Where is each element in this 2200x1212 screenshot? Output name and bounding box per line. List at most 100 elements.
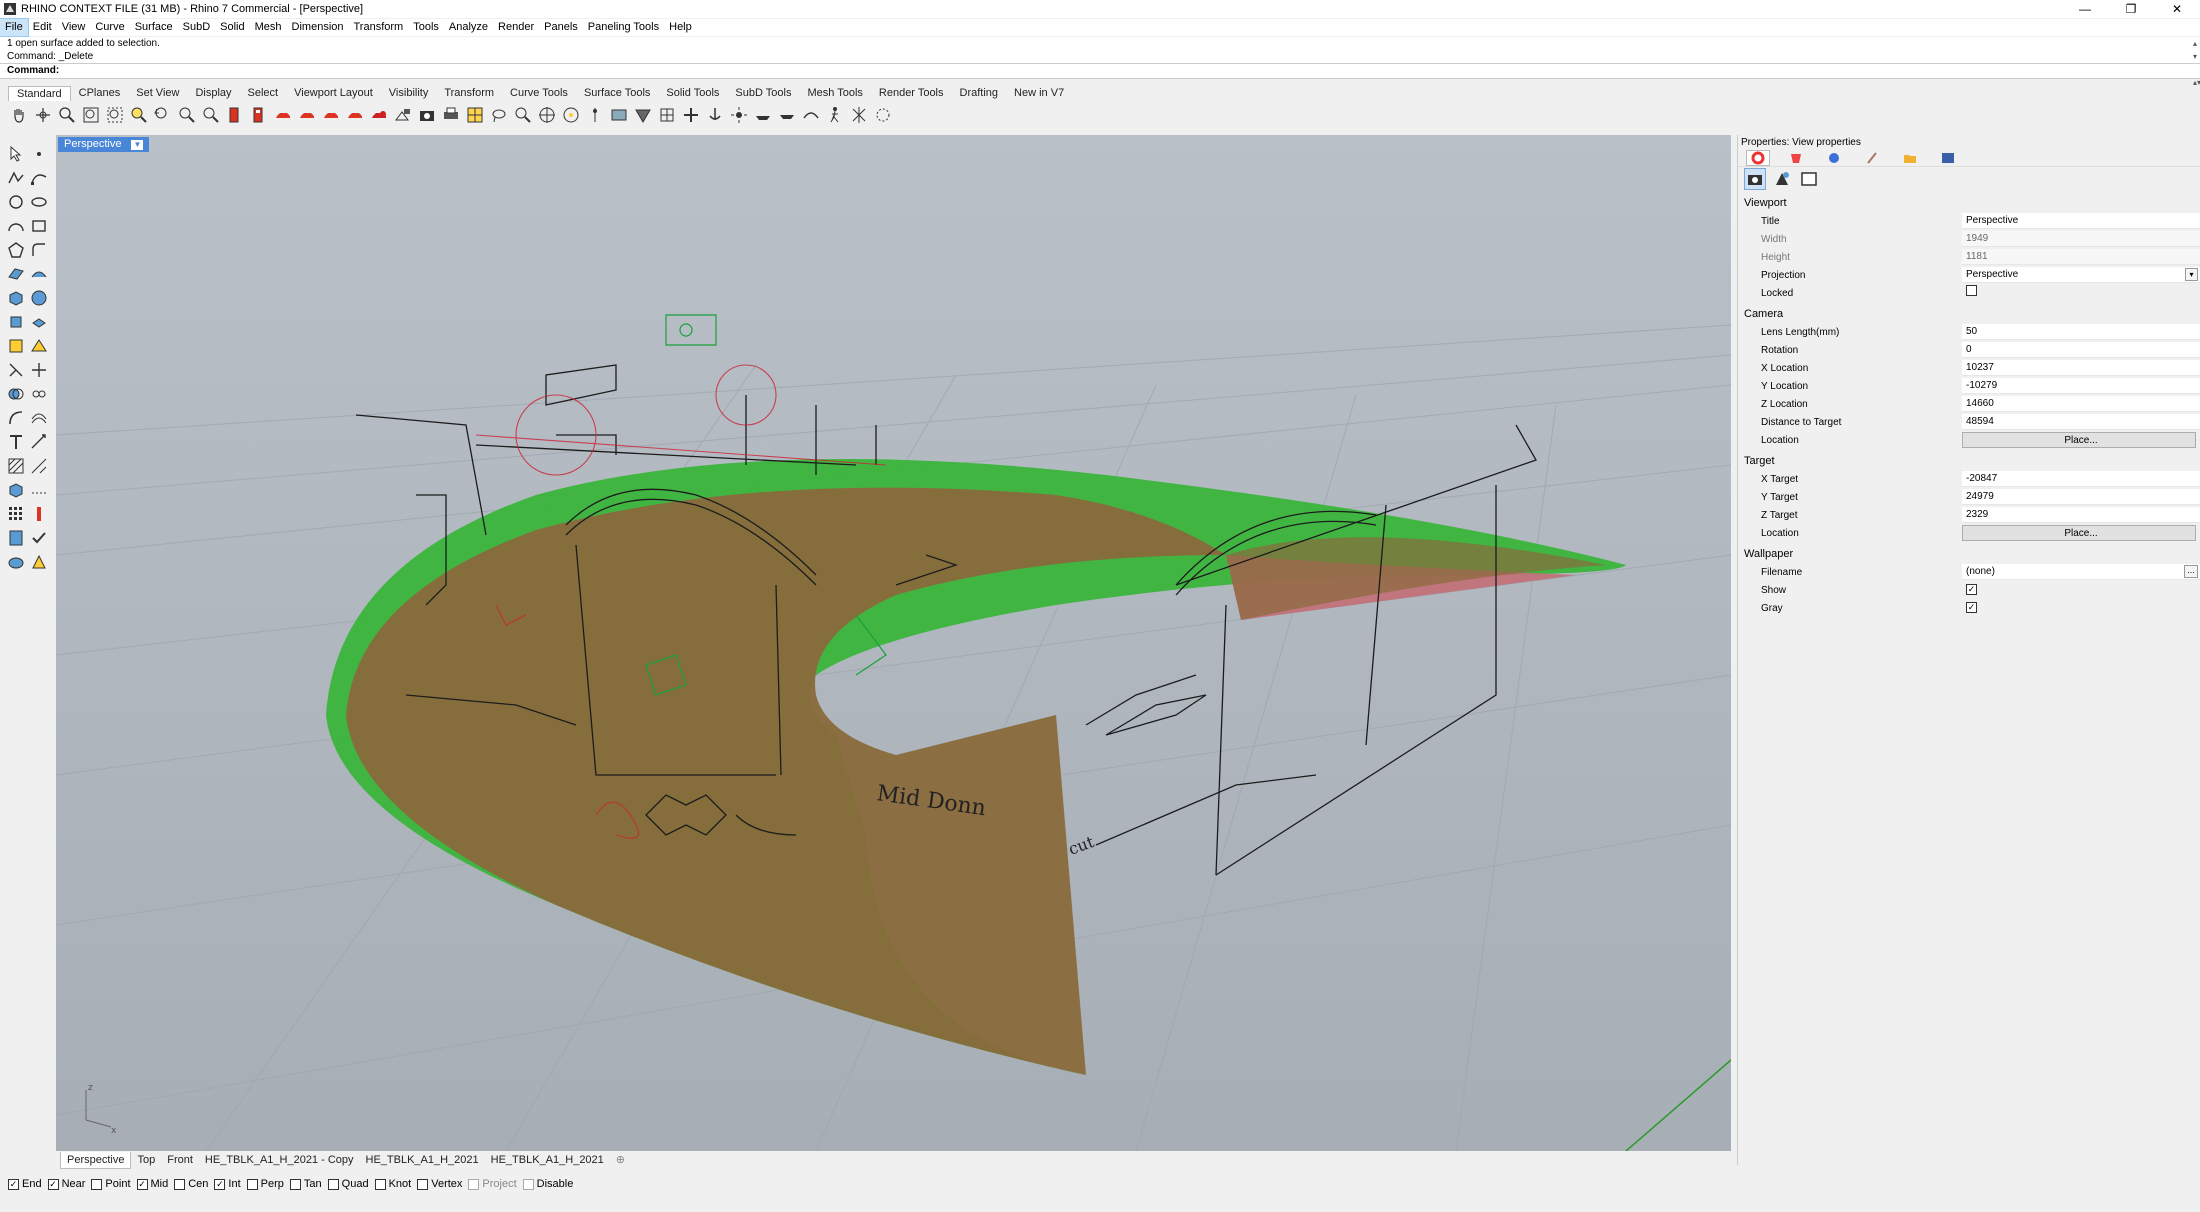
shade-icon[interactable] [632, 104, 654, 126]
boat-icon[interactable] [752, 104, 774, 126]
vptab-layout-1[interactable]: HE_TBLK_A1_H_2021 [360, 1152, 485, 1168]
tab-visibility[interactable]: Visibility [381, 86, 437, 101]
osnap-disable-checkbox[interactable] [522, 1178, 534, 1190]
fillet-icon[interactable] [4, 406, 27, 429]
arc-icon[interactable] [4, 214, 27, 237]
zoom-window-icon[interactable] [104, 104, 126, 126]
camera-icon[interactable] [416, 104, 438, 126]
osnap-quad-checkbox[interactable] [327, 1178, 339, 1190]
trim-icon[interactable] [4, 358, 27, 381]
tab-solid-tools[interactable]: Solid Tools [658, 86, 727, 101]
osnap-project[interactable]: Project [468, 1178, 517, 1190]
image-icon[interactable] [608, 104, 630, 126]
hatch-icon[interactable] [4, 454, 27, 477]
zoom-tool-icon[interactable] [512, 104, 534, 126]
zoom-out-icon[interactable] [200, 104, 222, 126]
osnap-near-checkbox[interactable]: ✓ [47, 1178, 59, 1190]
tab-folder-icon[interactable] [1898, 150, 1922, 166]
point-tool-icon[interactable] [27, 142, 50, 165]
text-icon[interactable] [4, 430, 27, 453]
rotation-field[interactable]: 0 [1962, 342, 2200, 358]
fillet-curve-icon[interactable] [27, 238, 50, 261]
title-field[interactable]: Perspective [1962, 213, 2200, 229]
filename-field[interactable]: (none)... [1962, 564, 2200, 580]
osnap-point[interactable]: Point [91, 1178, 131, 1190]
menu-panels[interactable]: Panels [539, 19, 583, 36]
add-viewport-tab-icon[interactable]: ⊕ [610, 1152, 631, 1168]
menu-transform[interactable]: Transform [349, 19, 409, 36]
tab-transform[interactable]: Transform [436, 86, 502, 101]
undo-view-icon[interactable] [152, 104, 174, 126]
arrow-curve-icon[interactable] [800, 104, 822, 126]
zoom-selected-icon[interactable] [128, 104, 150, 126]
osnap-tan-checkbox[interactable] [289, 1178, 301, 1190]
tab-environment-icon[interactable] [1822, 150, 1846, 166]
vptab-perspective[interactable]: Perspective [60, 1151, 132, 1169]
menu-dimension[interactable]: Dimension [287, 19, 349, 36]
menu-paneling-tools[interactable]: Paneling Tools [583, 19, 664, 36]
gray-checkbox[interactable]: ✓ [1966, 602, 1977, 613]
perspective-viewport[interactable]: Mid Donn cut z x Perspective ▼ [56, 135, 1731, 1151]
tab-render-tools[interactable]: Render Tools [871, 86, 952, 101]
osnap-knot[interactable]: Knot [374, 1178, 411, 1190]
viewport-title-tab[interactable]: Perspective ▼ [58, 137, 150, 152]
locked-checkbox[interactable] [1966, 285, 1977, 296]
subd-icon[interactable] [27, 334, 50, 357]
menu-mesh[interactable]: Mesh [250, 19, 287, 36]
solid-tools-icon[interactable] [4, 478, 27, 501]
rectangle-icon[interactable] [27, 214, 50, 237]
menu-subd[interactable]: SubD [178, 19, 216, 36]
menu-surface[interactable]: Surface [130, 19, 178, 36]
restore-button[interactable]: ❐ [2108, 0, 2154, 18]
osnap-perp[interactable]: Perp [246, 1178, 284, 1190]
offset-icon[interactable] [27, 406, 50, 429]
osnap-icon[interactable] [536, 104, 558, 126]
polyline-icon[interactable] [4, 166, 27, 189]
anchor-icon[interactable] [704, 104, 726, 126]
grid-array-icon[interactable] [4, 502, 27, 525]
dash-line-icon[interactable] [27, 478, 50, 501]
sphere-icon[interactable] [27, 286, 50, 309]
car-red-icon-3[interactable] [320, 104, 342, 126]
osnap-knot-checkbox[interactable] [374, 1178, 386, 1190]
viewport-menu-arrow-icon[interactable]: ▼ [131, 139, 144, 150]
osnap-perp-checkbox[interactable] [246, 1178, 258, 1190]
menu-file[interactable]: File [0, 18, 29, 37]
osnap-point-checkbox[interactable] [91, 1178, 103, 1190]
car-red-icon[interactable] [272, 104, 294, 126]
join-icon[interactable] [27, 382, 50, 405]
browse-button[interactable]: ... [2184, 565, 2198, 578]
x-location-field[interactable]: 10237 [1962, 360, 2200, 376]
sun-icon[interactable] [728, 104, 750, 126]
menu-tools[interactable]: Tools [408, 19, 444, 36]
check-icon[interactable] [27, 526, 50, 549]
osnap-project-checkbox[interactable] [468, 1178, 480, 1190]
tab-mesh-tools[interactable]: Mesh Tools [799, 86, 870, 101]
tab-image-icon[interactable] [1936, 150, 1960, 166]
printer-icon[interactable] [440, 104, 462, 126]
document-icon[interactable] [4, 526, 27, 549]
extrude-icon[interactable] [27, 310, 50, 333]
curve-cv-icon[interactable] [27, 166, 50, 189]
menu-analyze[interactable]: Analyze [444, 19, 493, 36]
walk-icon[interactable] [824, 104, 846, 126]
loft-icon[interactable] [27, 262, 50, 285]
zoom-dynamic-icon[interactable] [56, 104, 78, 126]
polygon-icon[interactable] [4, 238, 27, 261]
car-red-icon-2[interactable] [296, 104, 318, 126]
osnap-end[interactable]: ✓ End [8, 1178, 42, 1190]
osnap-disable[interactable]: Disable [522, 1178, 573, 1190]
command-scrollbar[interactable]: ▴ ▾ ▴▾ [2186, 37, 2200, 87]
array-icon[interactable] [27, 454, 50, 477]
vptab-front[interactable]: Front [161, 1152, 199, 1168]
tab-materials-icon[interactable] [1784, 150, 1808, 166]
car-red-icon-5[interactable] [368, 104, 390, 126]
osnap-vertex[interactable]: Vertex [417, 1178, 462, 1190]
tab-subd-tools[interactable]: SubD Tools [727, 86, 799, 101]
tab-select[interactable]: Select [240, 86, 287, 101]
mesh-icon[interactable] [656, 104, 678, 126]
target-place-button[interactable]: Place... [1962, 525, 2196, 541]
menu-solid[interactable]: Solid [215, 19, 249, 36]
camera-page-icon[interactable] [1744, 168, 1766, 190]
vptab-layout-2[interactable]: HE_TBLK_A1_H_2021 [485, 1152, 610, 1168]
